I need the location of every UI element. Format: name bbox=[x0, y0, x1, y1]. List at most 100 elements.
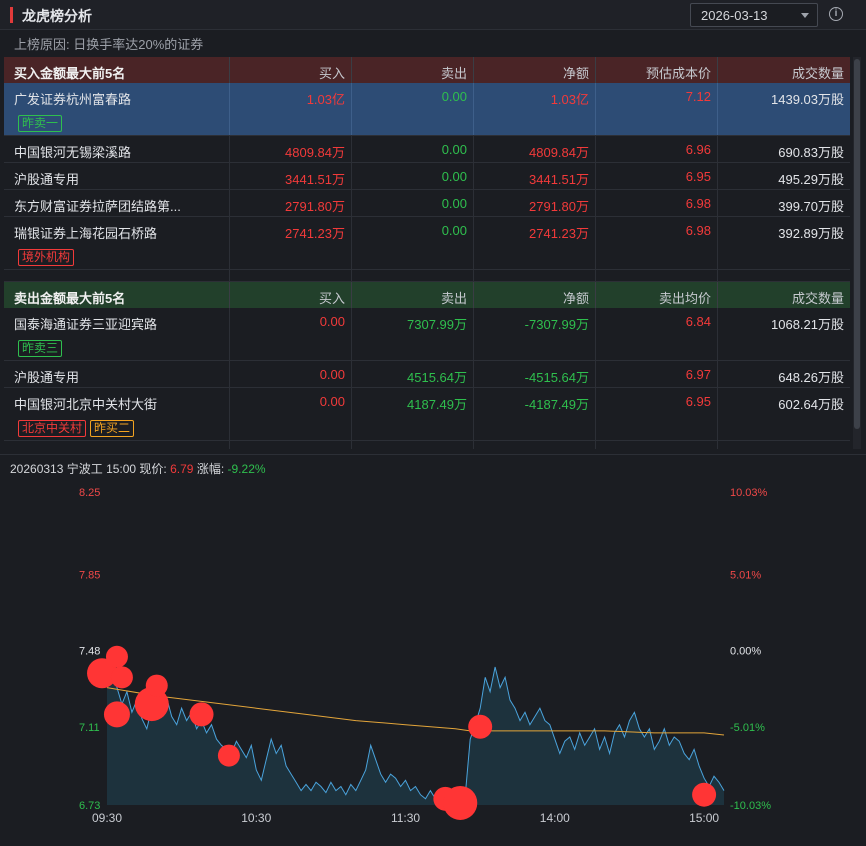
info-icon[interactable]: i bbox=[829, 7, 843, 21]
date-dropdown[interactable]: 2026-03-13 bbox=[690, 3, 818, 27]
broker-name-cell: 中国银河北京中关村大街 北京中关村 昨买二 bbox=[4, 388, 230, 440]
spacer-cell bbox=[474, 270, 596, 281]
spacer-cell bbox=[4, 270, 230, 281]
avg-price: 6.97 bbox=[685, 367, 711, 382]
broker-name-cell: 东方财富证券拉萨团结路第... bbox=[4, 190, 230, 216]
table-row[interactable]: 中国银河北京中关村大街 北京中关村 昨买二 0.00 4187.49万 -4187.49万… bbox=[4, 388, 850, 441]
buy-amount-cell: 2791.80万 bbox=[230, 190, 352, 216]
broker-tag: 境外机构 bbox=[18, 249, 75, 266]
broker-name-cell: 沪股通专用 bbox=[4, 361, 230, 387]
avg-price-cell: 6.95 bbox=[596, 163, 718, 189]
avg-price: 6.98 bbox=[685, 223, 711, 238]
date-value: 2026-03-13 bbox=[701, 8, 768, 23]
spacer-cell bbox=[230, 270, 352, 281]
table-row[interactable]: 沪股通专用 0.00 4515.64万 -4515.64万 6.97 648.26万股 bbox=[4, 361, 850, 388]
volume: 648.26万股 bbox=[778, 370, 844, 385]
buy-table-header-col-3-cell: 净额 bbox=[474, 57, 596, 83]
buy-table-header-col-3: 净额 bbox=[562, 66, 589, 81]
buy-amount-cell: 3441.51万 bbox=[230, 163, 352, 189]
y-axis-left-label: 7.11 bbox=[79, 722, 100, 734]
sell-table-header-col-2-cell: 卖出 bbox=[352, 282, 474, 308]
buy-amount-cell: 0.00 bbox=[230, 388, 352, 440]
broker-name: 沪股通专用 bbox=[14, 172, 80, 187]
table-row[interactable]: 国泰海通证券三亚迎宾路 昨卖三 0.00 7307.99万 -7307.99万 6.84 1… bbox=[4, 308, 850, 361]
net-amount-cell: -7307.99万 bbox=[474, 308, 596, 360]
sell-amount: 4515.64万 bbox=[407, 370, 467, 385]
table-spacer bbox=[4, 270, 850, 282]
net-amount-cell: -4515.64万 bbox=[474, 361, 596, 387]
buy-table-header-col-2: 卖出 bbox=[440, 66, 467, 81]
trade-bubble bbox=[110, 666, 133, 689]
broker-name-cell: 广发证券杭州富春路昨卖一 bbox=[4, 83, 230, 135]
reason-label: 上榜原因: bbox=[14, 37, 70, 52]
price-chart-svg[interactable]: 8.25 10.03%7.85 5.01%7.48 0.00%7.11 -5.01%6.… bbox=[0, 455, 866, 846]
broker-name: 瑞银证券上海花园石桥路 bbox=[14, 226, 158, 241]
avg-price-cell: 6.97 bbox=[596, 361, 718, 387]
net-amount-cell: -4187.49万 bbox=[474, 388, 596, 440]
trade-bubble bbox=[468, 714, 493, 739]
volume-cell: 1439.03万股 bbox=[718, 83, 850, 135]
avg-price: 6.98 bbox=[685, 196, 711, 211]
volume-cell: 495.29万股 bbox=[718, 163, 850, 189]
buy-table-header-col-0: 买入金额最大前5名 bbox=[14, 66, 126, 81]
broker-tag: 昨卖一 bbox=[18, 115, 63, 132]
net-amount-cell: 2791.80万 bbox=[474, 190, 596, 216]
sell-amount-cell: 4515.64万 bbox=[352, 361, 474, 387]
buy-table-header-col-4: 预估成本价 bbox=[645, 66, 711, 81]
spacer-cell bbox=[4, 441, 230, 449]
table-row[interactable]: 中国银河无锡梁溪路 4809.84万 0.00 4809.84万 6.96 690.83万… bbox=[4, 136, 850, 163]
table-row[interactable]: 瑞银证券上海花园石桥路境外机构 2741.23万 0.00 2741.23万 6.98 3… bbox=[4, 217, 850, 270]
net-amount-cell: 2741.23万 bbox=[474, 217, 596, 269]
trade-bubble bbox=[443, 785, 478, 820]
table-row[interactable]: 广发证券杭州富春路 昨卖一 1.03亿 0.00 1.03亿 7.12 1439.03万股 bbox=[4, 83, 850, 136]
sell-amount-cell: 0.00 bbox=[352, 136, 474, 162]
y-axis-left-label: 7.48 bbox=[79, 646, 100, 658]
buy-table-header-col-2-cell: 卖出 bbox=[352, 57, 474, 83]
title-accent-bar bbox=[10, 7, 13, 23]
table-row[interactable]: 沪股通专用 3441.51万 0.00 3441.51万 6.95 495.29万股 bbox=[4, 163, 850, 190]
volume-cell: 399.70万股 bbox=[718, 190, 850, 216]
y-axis-right-label: -10.03% bbox=[730, 800, 771, 812]
panel-header: 龙虎榜分析 2026-03-13 i bbox=[0, 0, 866, 30]
buy-amount-cell: 2741.23万 bbox=[230, 217, 352, 269]
spacer-cell bbox=[718, 441, 850, 449]
sell-table-header-col-5-cell: 成交数量 bbox=[718, 282, 850, 308]
volume: 602.64万股 bbox=[778, 397, 844, 412]
sell-table-header-col-1-cell: 买入 bbox=[230, 282, 352, 308]
net-amount-cell: 1.03亿 bbox=[474, 83, 596, 135]
buy-amount: 2791.80万 bbox=[285, 199, 345, 214]
sell-table-header-col-3: 净额 bbox=[562, 291, 589, 306]
broker-name: 国泰海通证券三亚迎宾路 bbox=[14, 317, 158, 332]
avg-price-cell: 6.98 bbox=[596, 217, 718, 269]
scrollbar-thumb[interactable] bbox=[854, 59, 860, 429]
y-axis-left-label: 8.25 bbox=[79, 487, 100, 499]
trade-bubble bbox=[103, 701, 130, 728]
sell-table-header-col-0: 卖出金额最大前5名 bbox=[14, 291, 126, 306]
buy-amount-cell: 0.00 bbox=[230, 361, 352, 387]
avg-price-cell: 7.12 bbox=[596, 83, 718, 135]
broker-tag: 昨买二 bbox=[90, 420, 135, 437]
table-row[interactable]: 东方财富证券拉萨团结路第... 2791.80万 0.00 2791.80万 6.98 3… bbox=[4, 190, 850, 217]
volume: 392.89万股 bbox=[778, 226, 844, 241]
sell-table-header-col-3-cell: 净额 bbox=[474, 282, 596, 308]
sell-table-header-col-4-cell: 卖出均价 bbox=[596, 282, 718, 308]
broker-name: 广发证券杭州富春路 bbox=[14, 92, 132, 107]
spacer-cell bbox=[352, 441, 474, 449]
volume-cell: 690.83万股 bbox=[718, 136, 850, 162]
sell-amount: 4187.49万 bbox=[407, 397, 467, 412]
buy-amount: 0.00 bbox=[319, 394, 345, 409]
x-axis-label: 15:00 bbox=[689, 811, 719, 825]
broker-table: 买入金额最大前5名 买入 卖出 净额 预估成本价 成交数量 广发证券杭州富春路 昨卖一 1.03… bbox=[4, 57, 850, 449]
avg-price: 6.96 bbox=[685, 142, 711, 157]
sell-table-header-col-0-cell: 卖出金额最大前5名 bbox=[4, 282, 230, 308]
sell-amount: 0.00 bbox=[441, 223, 467, 238]
spacer-cell bbox=[718, 270, 850, 281]
sell-amount-cell: 0.00 bbox=[352, 190, 474, 216]
buy-amount-cell: 4809.84万 bbox=[230, 136, 352, 162]
net-amount: -4187.49万 bbox=[524, 397, 589, 412]
trade-bubble bbox=[189, 702, 214, 727]
table-scrollbar[interactable] bbox=[853, 57, 861, 449]
trade-bubble bbox=[105, 645, 128, 668]
volume-cell: 392.89万股 bbox=[718, 217, 850, 269]
avg-price-cell: 6.98 bbox=[596, 190, 718, 216]
